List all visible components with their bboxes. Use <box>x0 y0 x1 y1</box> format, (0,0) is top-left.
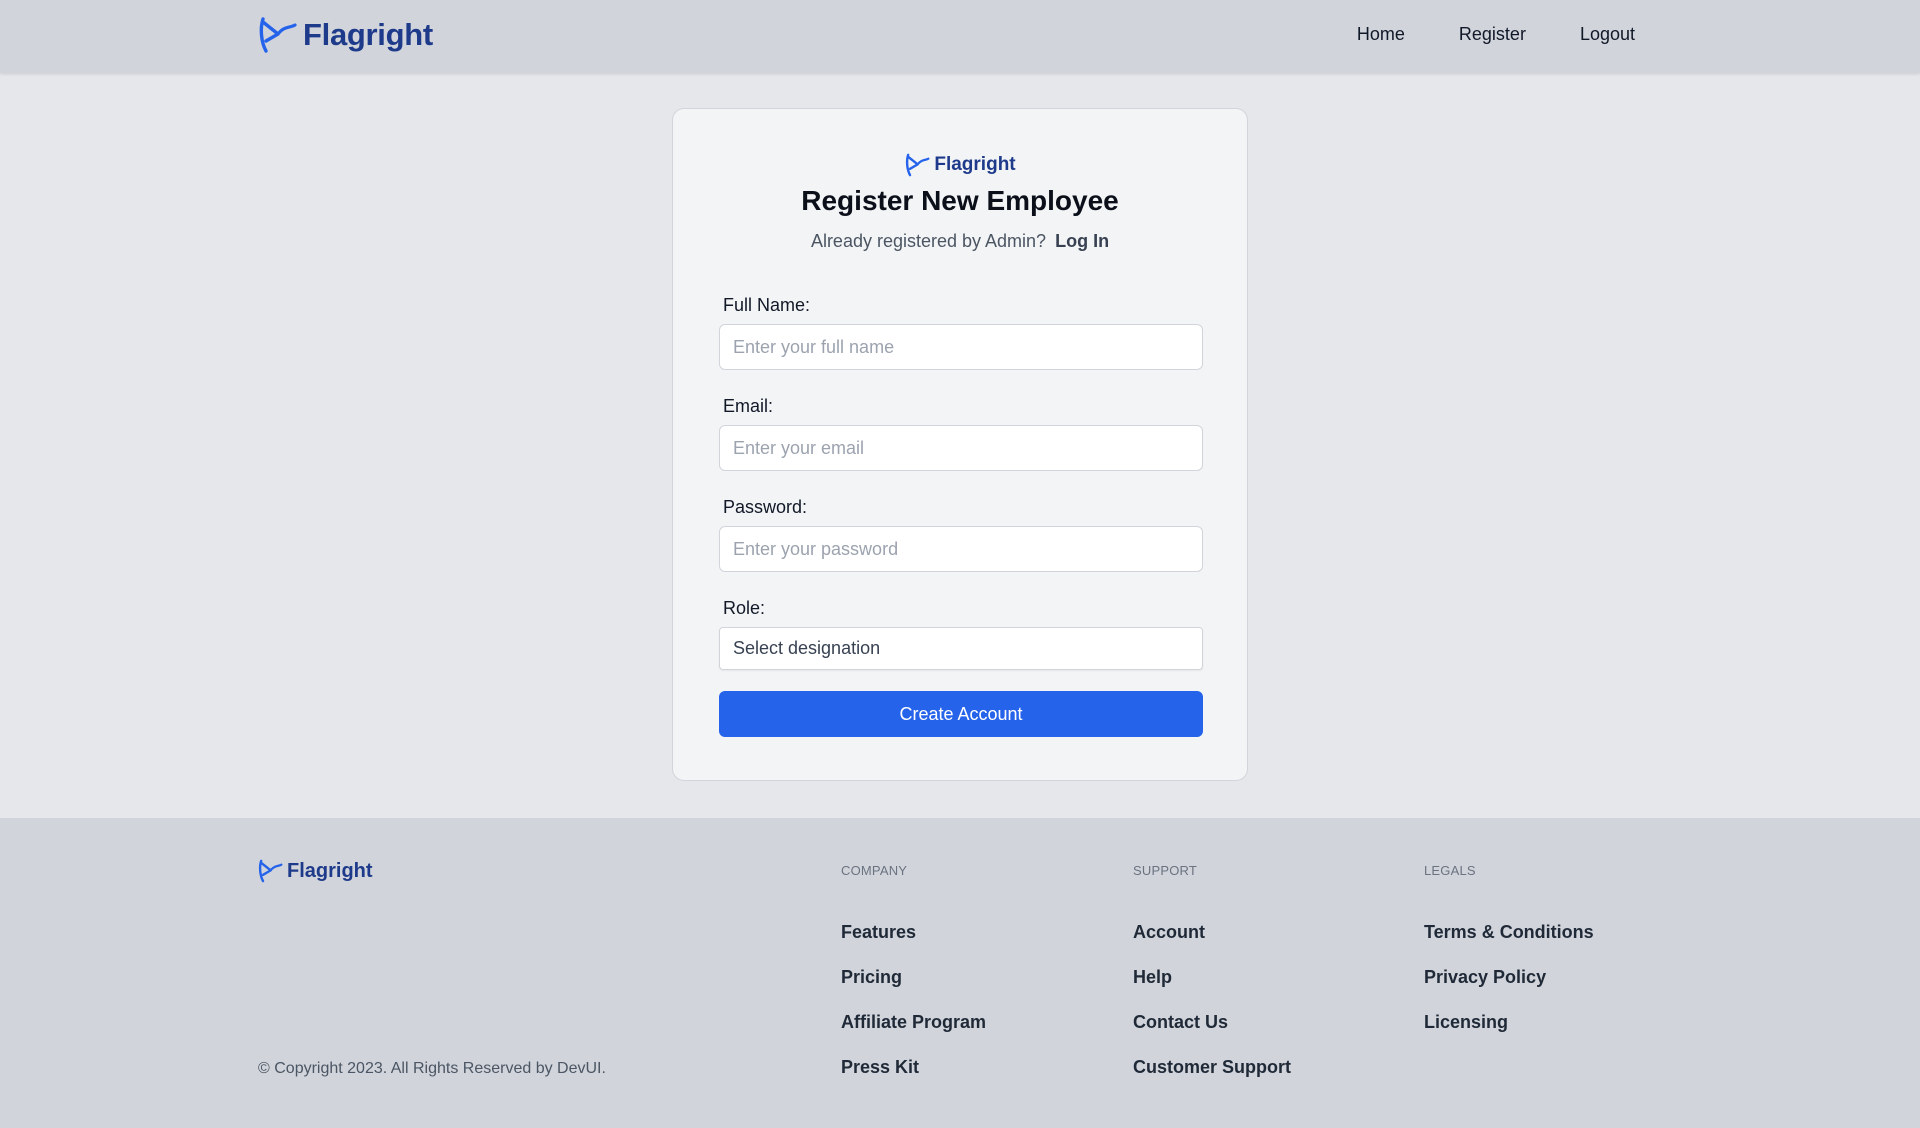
login-prompt-text: Already registered by Admin? <box>810 231 1047 251</box>
role-label: Role: <box>723 598 766 618</box>
brand-name: Flagright <box>934 154 1016 175</box>
top-navbar: Flagright Home Register Logout <box>0 0 1920 73</box>
login-prompt: Already registered by Admin? Log In <box>673 231 1247 252</box>
footer-link-features[interactable]: Features <box>841 921 986 966</box>
email-label: Email: <box>723 396 774 416</box>
footer-link-account[interactable]: Account <box>1133 921 1291 966</box>
footer-link-press-kit[interactable]: Press Kit <box>841 1056 986 1101</box>
full-name-input[interactable] <box>719 324 1203 370</box>
footer-link-licensing[interactable]: Licensing <box>1424 1011 1594 1056</box>
footer-column-title: SUPPORT <box>1133 863 1198 878</box>
footer: Flagright COMPANY Features Pricing Affil… <box>0 818 1920 1128</box>
footer-link-affiliate-program[interactable]: Affiliate Program <box>841 1011 986 1056</box>
footer-link-privacy-policy[interactable]: Privacy Policy <box>1424 966 1594 1011</box>
login-link[interactable]: Log In <box>1055 231 1109 251</box>
footer-column-title: COMPANY <box>841 863 908 878</box>
flag-logo-icon <box>906 153 930 177</box>
main-nav: Home Register Logout <box>1357 24 1635 45</box>
flag-logo-icon <box>259 17 297 53</box>
footer-link-terms[interactable]: Terms & Conditions <box>1424 921 1594 966</box>
create-account-button[interactable]: Create Account <box>719 691 1203 737</box>
full-name-label: Full Name: <box>723 295 811 315</box>
header-logo[interactable]: Flagright <box>257 16 433 54</box>
password-label: Password: <box>723 497 808 517</box>
brand-name: Flagright <box>303 17 433 52</box>
role-select[interactable]: Select designation <box>719 627 1203 670</box>
footer-column-title: LEGALS <box>1424 863 1476 878</box>
brand-name: Flagright <box>287 859 373 882</box>
register-card: Flagright Register New Employee Already … <box>672 108 1248 781</box>
footer-column-legals: LEGALS Terms & Conditions Privacy Policy… <box>1424 863 1594 1056</box>
copyright-text: © Copyright 2023. All Rights Reserved by… <box>258 1060 606 1077</box>
footer-link-contact-us[interactable]: Contact Us <box>1133 1011 1291 1056</box>
footer-link-pricing[interactable]: Pricing <box>841 966 986 1011</box>
password-input[interactable] <box>719 526 1203 572</box>
footer-column-support: SUPPORT Account Help Contact Us Customer… <box>1133 863 1291 1101</box>
footer-link-help[interactable]: Help <box>1133 966 1291 1011</box>
flag-logo-icon <box>258 859 283 883</box>
footer-link-customer-support[interactable]: Customer Support <box>1133 1056 1291 1101</box>
footer-column-company: COMPANY Features Pricing Affiliate Progr… <box>841 863 986 1101</box>
email-input[interactable] <box>719 425 1203 471</box>
nav-logout[interactable]: Logout <box>1580 24 1635 45</box>
role-select-value: Select designation <box>733 638 881 658</box>
page-title: Register New Employee <box>801 185 1119 216</box>
card-logo: Flagright <box>673 153 1247 177</box>
nav-home[interactable]: Home <box>1357 24 1405 45</box>
footer-logo[interactable]: Flagright <box>257 859 373 883</box>
nav-register[interactable]: Register <box>1459 24 1526 45</box>
